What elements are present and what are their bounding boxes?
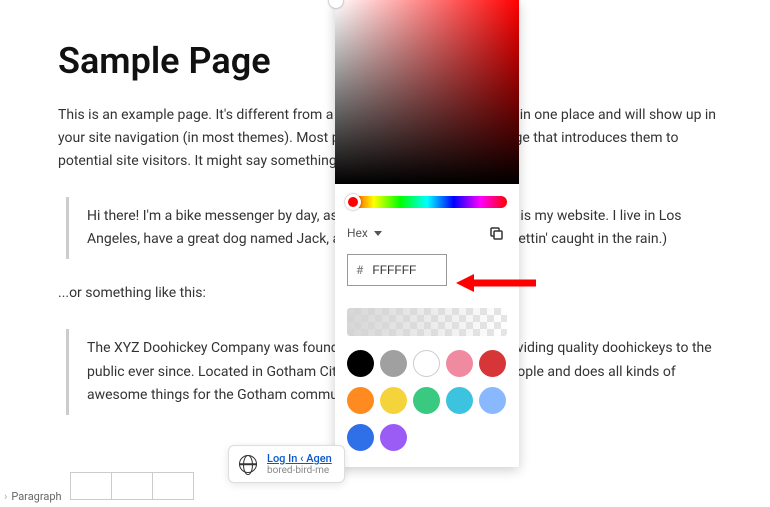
current-color-preview[interactable] <box>347 308 507 336</box>
swatch-gray[interactable] <box>380 350 407 377</box>
copy-color-button[interactable] <box>485 222 507 244</box>
swatch-purple[interactable] <box>380 424 407 451</box>
hex-input[interactable] <box>370 262 432 278</box>
color-format-label: Hex <box>347 226 368 240</box>
saturation-value-field[interactable] <box>335 0 519 184</box>
hex-prefix: # <box>356 263 363 277</box>
breadcrumb-block-type[interactable]: Paragraph <box>11 490 61 503</box>
color-picker-panel: Hex # <box>335 0 519 467</box>
swatch-orange[interactable] <box>347 387 374 414</box>
saturation-thumb[interactable] <box>329 0 343 8</box>
globe-icon <box>239 455 257 473</box>
hue-slider[interactable] <box>347 196 507 208</box>
block-breadcrumb[interactable]: › Paragraph <box>4 490 62 503</box>
breadcrumb-separator: › <box>4 490 7 503</box>
chevron-down-icon <box>374 231 382 236</box>
hex-input-wrapper[interactable]: # <box>347 254 447 286</box>
swatch-cyan[interactable] <box>446 387 473 414</box>
swatch-pink[interactable] <box>446 350 473 377</box>
login-preview-popup[interactable]: Log In ‹ Agen bored-bird-me <box>228 445 345 483</box>
swatch-white[interactable] <box>413 350 440 377</box>
block-toolbar[interactable] <box>70 472 193 500</box>
swatch-blue[interactable] <box>347 424 374 451</box>
login-link[interactable]: Log In ‹ Agen <box>267 452 332 465</box>
swatch-grid <box>347 350 507 451</box>
swatch-lightblue[interactable] <box>479 387 506 414</box>
copy-icon <box>488 225 504 241</box>
swatch-black[interactable] <box>347 350 374 377</box>
hue-thumb[interactable] <box>345 194 361 210</box>
swatch-red[interactable] <box>479 350 506 377</box>
login-subtext: bored-bird-me <box>267 465 332 476</box>
swatch-green[interactable] <box>413 387 440 414</box>
color-format-select[interactable]: Hex <box>347 226 382 240</box>
swatch-yellow[interactable] <box>380 387 407 414</box>
